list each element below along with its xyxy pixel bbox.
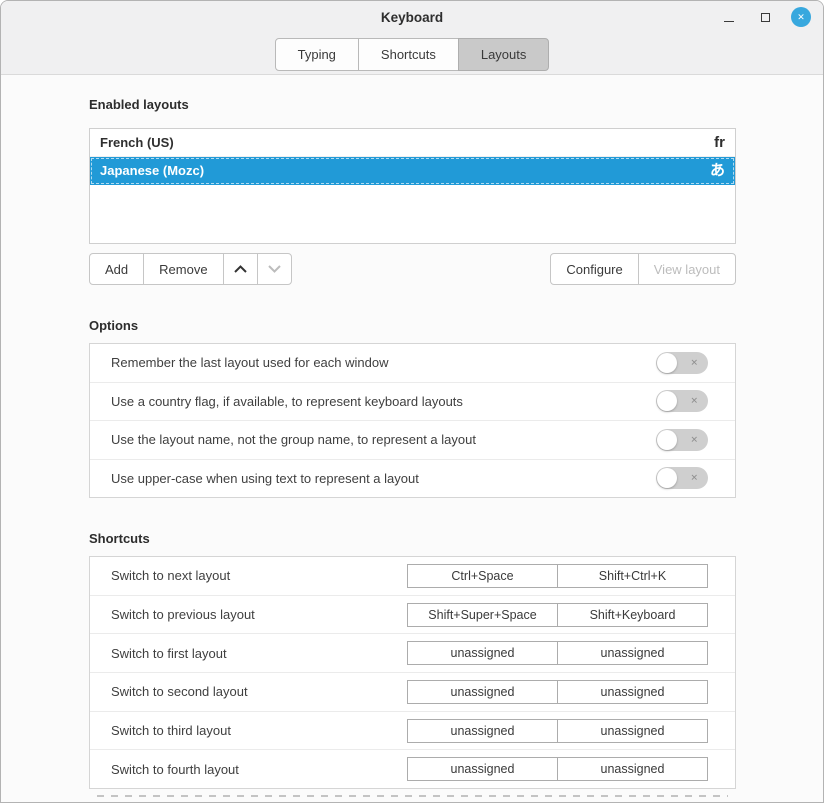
keybinding-group: Shift+Super+Space Shift+Keyboard — [407, 603, 708, 627]
shortcut-label: Switch to second layout — [111, 684, 248, 699]
configure-label: Configure — [566, 262, 622, 277]
toggle-knob — [657, 430, 677, 450]
option-row-upper-case: Use upper-case when using text to repres… — [90, 460, 735, 498]
tab-shortcuts-label: Shortcuts — [381, 47, 436, 62]
tab-shortcuts[interactable]: Shortcuts — [358, 38, 459, 71]
configure-button[interactable]: Configure — [550, 253, 638, 285]
option-row-country-flag: Use a country flag, if available, to rep… — [90, 383, 735, 422]
layout-indicator-glyph: fr — [714, 135, 725, 150]
maximize-button[interactable] — [755, 7, 775, 27]
tab-typing[interactable]: Typing — [275, 38, 359, 71]
move-layout-down-button[interactable] — [257, 253, 292, 285]
layout-list-item-french[interactable]: French (US) fr — [90, 129, 735, 157]
toggle-upper-case[interactable]: ✕ — [656, 467, 708, 489]
shortcuts-heading: Shortcuts — [89, 531, 736, 547]
keybinding-button-2[interactable]: unassigned — [557, 757, 708, 781]
option-label: Use upper-case when using text to repres… — [111, 471, 419, 486]
toggle-off-icon: ✕ — [690, 397, 698, 406]
options-list: Remember the last layout used for each w… — [89, 343, 736, 498]
shortcut-label: Switch to third layout — [111, 723, 231, 738]
shortcut-row-first-layout: Switch to first layout unassigned unassi… — [90, 634, 735, 673]
keybinding-button-1[interactable]: unassigned — [407, 719, 558, 743]
maximize-icon — [761, 13, 770, 22]
keybinding-button-2[interactable]: Shift+Ctrl+K — [557, 564, 708, 588]
keybinding-button-2[interactable]: Shift+Keyboard — [557, 603, 708, 627]
layouts-toolbar: Add Remove Configure — [89, 253, 736, 285]
enabled-layouts-heading: Enabled layouts — [89, 97, 736, 113]
close-icon: ✕ — [797, 12, 805, 23]
shortcut-row-third-layout: Switch to third layout unassigned unassi… — [90, 712, 735, 751]
layouts-action-button-group: Configure View layout — [550, 253, 736, 285]
layout-list-item-japanese[interactable]: Japanese (Mozc) あ — [90, 157, 735, 185]
chevron-down-icon — [268, 265, 281, 273]
keybinding-button-2[interactable]: unassigned — [557, 719, 708, 743]
shortcut-row-previous-layout: Switch to previous layout Shift+Super+Sp… — [90, 596, 735, 635]
toggle-knob — [657, 468, 677, 488]
keybinding-button-1[interactable]: Shift+Super+Space — [407, 603, 558, 627]
toggle-layout-name[interactable]: ✕ — [656, 429, 708, 451]
window-controls: ✕ — [719, 1, 811, 33]
shortcut-row-second-layout: Switch to second layout unassigned unass… — [90, 673, 735, 712]
option-label: Use the layout name, not the group name,… — [111, 432, 476, 447]
option-row-remember-layout: Remember the last layout used for each w… — [90, 344, 735, 383]
keybinding-button-1[interactable]: unassigned — [407, 757, 558, 781]
shortcut-label: Switch to fourth layout — [111, 762, 239, 777]
keybinding-button-2[interactable]: unassigned — [557, 680, 708, 704]
keybinding-button-2[interactable]: unassigned — [557, 641, 708, 665]
shortcut-row-next-layout: Switch to next layout Ctrl+Space Shift+C… — [90, 557, 735, 596]
shortcuts-list: Switch to next layout Ctrl+Space Shift+C… — [89, 556, 736, 789]
keybinding-group: unassigned unassigned — [407, 641, 708, 665]
shortcut-label: Switch to first layout — [111, 646, 227, 661]
titlebar: Keyboard ✕ — [1, 1, 823, 33]
remove-layout-label: Remove — [159, 262, 207, 277]
window-title: Keyboard — [381, 10, 443, 25]
chevron-up-icon — [234, 265, 247, 273]
option-label: Use a country flag, if available, to rep… — [111, 394, 463, 409]
toggle-off-icon: ✕ — [690, 358, 698, 367]
keybinding-button-1[interactable]: unassigned — [407, 680, 558, 704]
add-layout-label: Add — [105, 262, 128, 277]
window-header: Keyboard ✕ Typing Shortcuts Lay — [1, 1, 823, 75]
keybinding-group: Ctrl+Space Shift+Ctrl+K — [407, 564, 708, 588]
remove-layout-button[interactable]: Remove — [143, 253, 223, 285]
scroll-undershoot-indicator — [97, 795, 728, 797]
tab-bar: Typing Shortcuts Layouts — [1, 38, 823, 71]
tab-layouts-label: Layouts — [481, 47, 527, 62]
move-layout-up-button[interactable] — [223, 253, 258, 285]
toggle-off-icon: ✕ — [690, 435, 698, 444]
add-layout-button[interactable]: Add — [89, 253, 144, 285]
toggle-country-flag[interactable]: ✕ — [656, 390, 708, 412]
layout-name: Japanese (Mozc) — [100, 163, 204, 178]
toggle-off-icon: ✕ — [690, 474, 698, 483]
view-layout-label: View layout — [654, 262, 720, 277]
minimize-icon — [724, 12, 734, 22]
shortcut-label: Switch to next layout — [111, 568, 230, 583]
close-button[interactable]: ✕ — [791, 7, 811, 27]
shortcut-row-fourth-layout: Switch to fourth layout unassigned unass… — [90, 750, 735, 788]
keybinding-button-1[interactable]: Ctrl+Space — [407, 564, 558, 588]
toggle-remember-layout[interactable]: ✕ — [656, 352, 708, 374]
keybinding-group: unassigned unassigned — [407, 757, 708, 781]
options-heading: Options — [89, 318, 736, 334]
toggle-knob — [657, 391, 677, 411]
keybinding-button-1[interactable]: unassigned — [407, 641, 558, 665]
keybinding-group: unassigned unassigned — [407, 719, 708, 743]
enabled-layouts-list: French (US) fr Japanese (Mozc) あ — [89, 128, 736, 244]
option-label: Remember the last layout used for each w… — [111, 355, 388, 370]
keybinding-group: unassigned unassigned — [407, 680, 708, 704]
tab-layouts[interactable]: Layouts — [458, 38, 550, 71]
keyboard-settings-window: Keyboard ✕ Typing Shortcuts Lay — [0, 0, 824, 803]
option-row-layout-name: Use the layout name, not the group name,… — [90, 421, 735, 460]
view-layout-button[interactable]: View layout — [638, 253, 736, 285]
layouts-page: Enabled layouts French (US) fr Japanese … — [1, 75, 823, 797]
shortcut-label: Switch to previous layout — [111, 607, 255, 622]
layouts-edit-button-group: Add Remove — [89, 253, 292, 285]
toggle-knob — [657, 353, 677, 373]
layout-name: French (US) — [100, 135, 174, 150]
layout-indicator-glyph: あ — [710, 163, 725, 178]
tab-typing-label: Typing — [298, 47, 336, 62]
minimize-button[interactable] — [719, 7, 739, 27]
